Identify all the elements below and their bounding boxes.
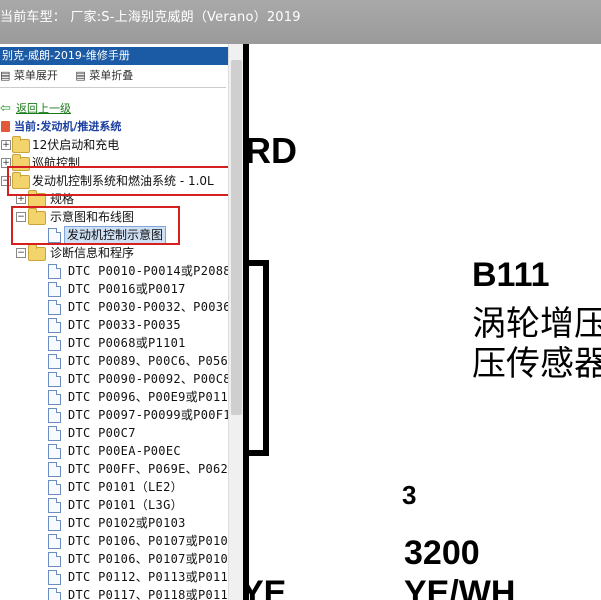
document-icon [48,390,61,405]
manual-title: 别克-威朗-2019-维修手册 [0,47,228,65]
tree-leaf-label: DTC P0089、P00C6、P0560 [68,354,236,368]
divider-line [0,87,226,88]
collapse-icon[interactable]: − [16,248,26,258]
tree-leaf-label: DTC P0101（L3G） [68,498,183,512]
tree-leaf-label: DTC P0016或P0017 [68,282,186,296]
wire-color: YE/WH [404,574,516,600]
document-icon [48,336,61,351]
scrollbar-thumb[interactable] [231,60,242,415]
back-arrow-icon: ⇦ [0,101,11,116]
document-icon [48,282,61,297]
sidebar-scrollbar[interactable] [228,44,244,600]
tree-leaf-label: DTC P0106、P0107或P0108 [68,534,236,548]
current-path-label: 当前:发动机/推进系统 [14,120,122,133]
highlight-box [7,166,236,196]
document-icon [48,570,61,585]
tree-leaf-label: DTC P0097-P0099或P00F1 [68,408,231,422]
tree-leaf-label: DTC P0033-P0035 [68,318,181,332]
document-icon [48,300,61,315]
tree-leaf-label: DTC P0030-P0032、P0036 [68,300,231,314]
tree-node-label: 12伏启动和充电 [32,138,120,152]
document-icon [48,588,61,600]
circuit-number: 3200 [404,534,480,572]
tree-leaf-label: DTC P0112、P0113或P0114 [68,570,236,584]
diagram-text-partial: YE [249,574,287,600]
tree-leaf-label: DTC P0101（LE2） [68,480,183,494]
document-icon [48,426,61,441]
tree-leaf-label: DTC P0068或P1101 [68,336,186,350]
folder-open-icon [28,244,46,261]
tree-leaf-label: DTC P0010-P0014或P2088 [68,264,231,278]
diagram-text-partial: RD [249,130,297,171]
tree-leaf-label: DTC P00FF、P069E、P0627 [68,462,236,476]
tree-leaf-label: DTC P0117、P0118或P0119 [68,588,236,600]
document-icon [48,354,61,369]
document-icon [48,264,61,279]
tree-leaf-label: DTC P0090-P0092、P00C8 [68,372,231,386]
menu-expand-label: 菜单展开 [13,69,58,82]
menu-collapse-label: 菜单折叠 [89,69,134,82]
document-icon [48,480,61,495]
diagram-canvas: RD B111 涡轮增压 压传感器 3 3200 YE/WH YE [249,44,601,600]
page-icon [1,121,10,132]
window-title: 当前车型： 厂家:S-上海别克威朗（Verano）2019 [0,10,301,25]
document-icon [48,498,61,513]
document-icon [48,462,61,477]
tree-leaf-label: DTC P0096、P00E9或P0110 [68,390,236,404]
tree-leaf-label: DTC P0102或P0103 [68,516,186,530]
document-icon [48,552,61,567]
tree-leaf-label: DTC P00EA-P00EC [68,444,181,458]
document-icon [48,534,61,549]
sidebar: 别克-威朗-2019-维修手册 ▤ 菜单展开 ▤ 菜单折叠 ⇦ 返回上一级 当前… [0,44,246,600]
document-icon [48,516,61,531]
back-link-label: 返回上一级 [16,102,71,115]
highlight-box [11,206,180,245]
menu-toolbar: ▤ 菜单展开 ▤ 菜单折叠 [0,67,147,83]
title-bar: 当前车型： 厂家:S-上海别克威朗（Verano）2019 [0,0,601,44]
document-icon [48,444,61,459]
diagram-component-box [249,260,269,456]
folder-icon [12,136,30,153]
pin-number: 3 [402,480,417,510]
document-icon [48,408,61,423]
tree-leaf-label: DTC P00C7 [68,426,136,440]
menu-collapse-button[interactable]: ▤ 菜单折叠 [75,69,133,82]
tree-node-label: 诊断信息和程序 [50,246,135,260]
connector-code: B111 [472,256,550,294]
menu-expand-button[interactable]: ▤ 菜单展开 [0,69,58,82]
tree-leaf-label: DTC P0106、P0107或P0108 [68,552,236,566]
expand-icon[interactable]: + [1,140,11,150]
document-icon [48,318,61,333]
connector-name-line2: 压传感器 [472,344,601,384]
document-icon [48,372,61,387]
